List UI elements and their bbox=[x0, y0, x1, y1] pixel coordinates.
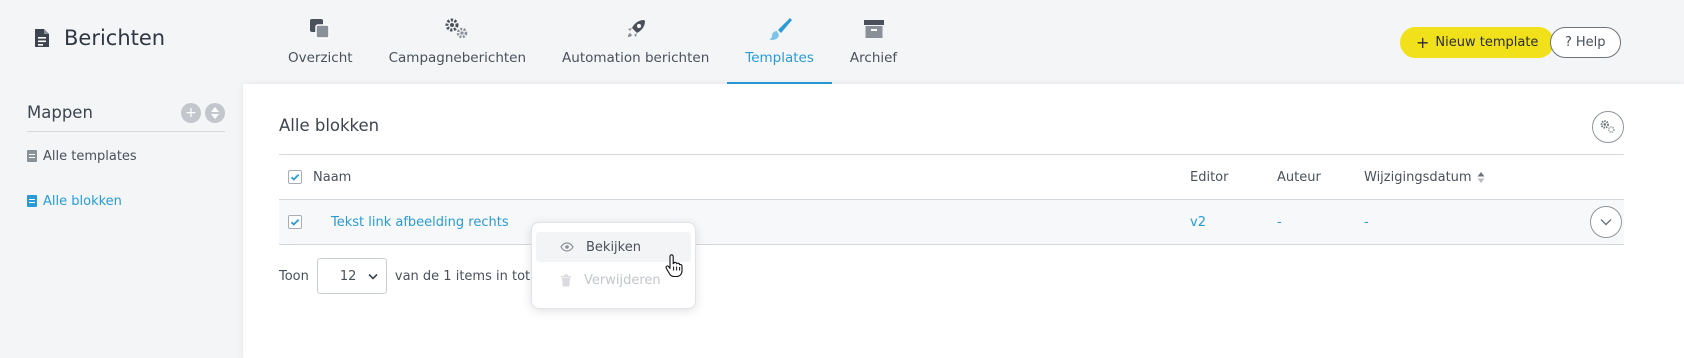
page-size-select[interactable]: 12 bbox=[316, 258, 387, 294]
check-icon bbox=[290, 173, 300, 181]
nav-campagneberichten[interactable]: Campagneberichten bbox=[371, 0, 544, 84]
pager-prefix: Toon bbox=[279, 268, 309, 284]
nav-overzicht-label: Overzicht bbox=[288, 50, 353, 66]
column-editor[interactable]: Editor bbox=[1190, 155, 1228, 199]
question-icon: ? bbox=[1565, 35, 1572, 50]
sidebar-header: Mappen + bbox=[27, 100, 225, 132]
pagination: Toon 12 van de 1 items in totaal. bbox=[279, 258, 554, 294]
row-checkbox[interactable] bbox=[288, 215, 302, 229]
menu-item-label: Verwijderen bbox=[584, 272, 661, 288]
row-author: - bbox=[1277, 214, 1282, 230]
sidebar-title: Mappen bbox=[27, 103, 93, 122]
pager-suffix: van de 1 items in totaal. bbox=[394, 268, 554, 284]
row-actions-button[interactable] bbox=[1590, 206, 1622, 238]
folder-sidebar: Mappen + Alle templates Alle blokken bbox=[27, 100, 225, 211]
new-template-label: Nieuw template bbox=[1435, 35, 1539, 50]
column-auteur[interactable]: Auteur bbox=[1277, 155, 1321, 199]
top-header: Berichten Overzicht Campagneberichten Au… bbox=[0, 0, 1684, 84]
nav-automation-label: Automation berichten bbox=[562, 50, 710, 66]
page-size-value: 12 bbox=[339, 268, 357, 284]
select-all-checkbox[interactable] bbox=[288, 170, 302, 184]
blocks-table: Naam Editor Auteur Wijzigingsdatum Tekst… bbox=[279, 154, 1624, 245]
settings-button[interactable] bbox=[1592, 111, 1624, 143]
column-wijzigingsdatum[interactable]: Wijzigingsdatum bbox=[1364, 155, 1485, 199]
chevron-down-icon bbox=[1600, 219, 1612, 226]
nav-automation-berichten[interactable]: Automation berichten bbox=[544, 0, 727, 84]
column-wijzigingsdatum-label: Wijzigingsdatum bbox=[1364, 169, 1472, 185]
column-naam[interactable]: Naam bbox=[313, 155, 351, 199]
table-row[interactable]: Tekst link afbeelding rechts v2 - - bbox=[279, 200, 1624, 245]
row-editor: v2 bbox=[1190, 214, 1206, 230]
overview-icon bbox=[306, 16, 334, 42]
help-label: Help bbox=[1575, 35, 1606, 50]
main-panel: Alle blokken Naam Editor Auteur Wijzigin… bbox=[243, 84, 1684, 358]
eye-icon bbox=[560, 242, 574, 252]
sidebar-item-alle-blokken[interactable]: Alle blokken bbox=[27, 191, 225, 211]
rocket-icon bbox=[622, 16, 650, 42]
gears-icon bbox=[1600, 120, 1615, 133]
nav-overzicht[interactable]: Overzicht bbox=[270, 0, 371, 84]
nav-templates-label: Templates bbox=[745, 50, 814, 66]
page-title: Alle blokken bbox=[279, 116, 380, 135]
sort-icon bbox=[1477, 171, 1485, 183]
sidebar-item-alle-templates[interactable]: Alle templates bbox=[27, 146, 225, 166]
help-button[interactable]: ? Help bbox=[1550, 27, 1621, 58]
hand-cursor-icon bbox=[665, 254, 683, 278]
sidebar-item-label: Alle blokken bbox=[43, 193, 122, 209]
gears-icon bbox=[443, 16, 471, 42]
nav-campagneberichten-label: Campagneberichten bbox=[388, 50, 527, 66]
document-icon bbox=[27, 195, 37, 207]
brush-icon bbox=[766, 16, 794, 42]
main-nav: Overzicht Campagneberichten Automation b… bbox=[270, 0, 915, 84]
nav-archief-label: Archief bbox=[849, 50, 898, 66]
row-name-link[interactable]: Tekst link afbeelding rechts bbox=[331, 200, 509, 244]
nav-archief[interactable]: Archief bbox=[832, 0, 915, 84]
app-title-text: Berichten bbox=[64, 26, 166, 50]
sort-folders-button[interactable] bbox=[205, 102, 225, 123]
plus-icon: + bbox=[1416, 32, 1430, 52]
add-folder-button[interactable]: + bbox=[181, 102, 201, 123]
table-header: Naam Editor Auteur Wijzigingsdatum bbox=[279, 154, 1624, 200]
chevron-down-icon bbox=[368, 273, 378, 280]
trash-icon bbox=[561, 274, 571, 286]
document-icon bbox=[27, 150, 37, 162]
nav-templates[interactable]: Templates bbox=[727, 0, 832, 84]
new-template-button[interactable]: + Nieuw template bbox=[1400, 27, 1555, 58]
app-title: Berichten bbox=[34, 26, 165, 50]
check-icon bbox=[290, 218, 300, 226]
archive-icon bbox=[860, 16, 888, 42]
sort-icon bbox=[211, 106, 219, 119]
sidebar-item-label: Alle templates bbox=[43, 148, 137, 164]
document-icon bbox=[34, 28, 50, 48]
menu-item-label: Bekijken bbox=[586, 239, 641, 255]
row-modified: - bbox=[1364, 214, 1369, 230]
